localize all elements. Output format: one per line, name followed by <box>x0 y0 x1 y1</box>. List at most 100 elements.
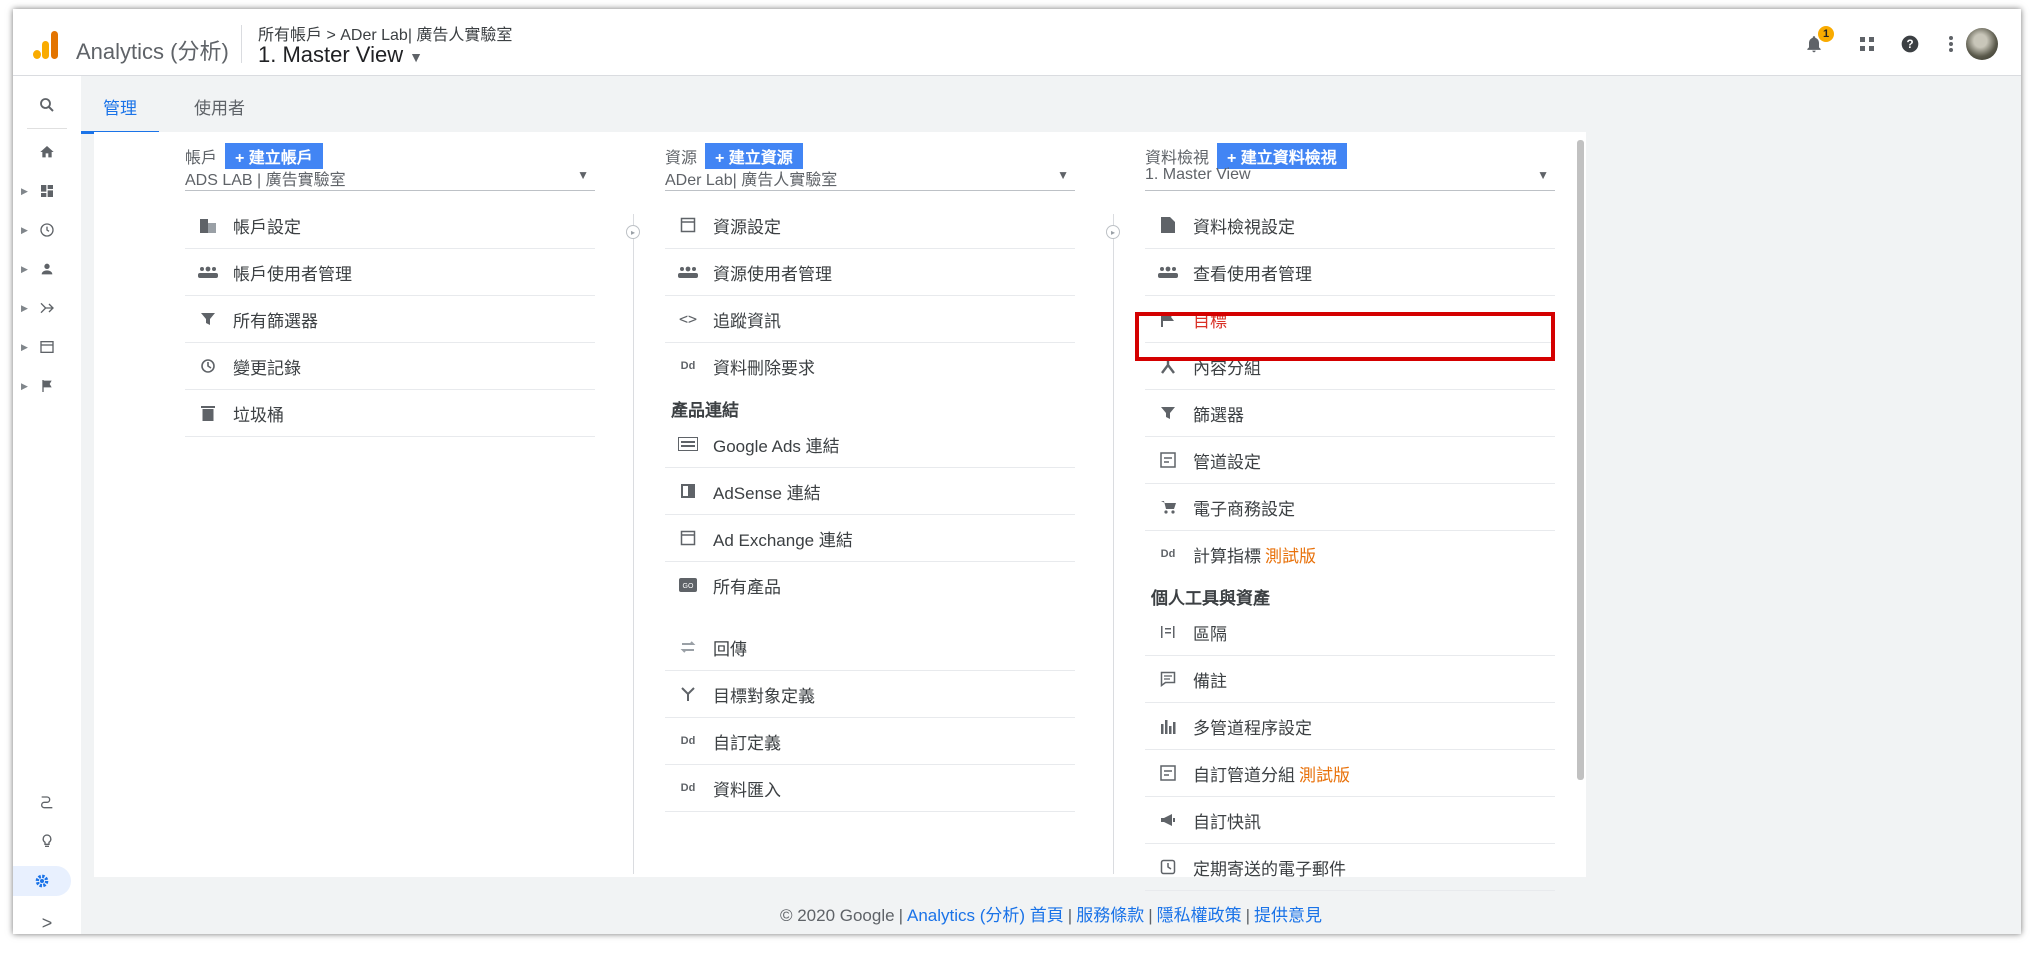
expand-arrow-icon: ▶ <box>21 302 28 313</box>
trash-item[interactable]: 垃圾桶 <box>185 390 595 437</box>
more-options-button[interactable] <box>1939 32 1963 56</box>
all-filters-item[interactable]: 所有篩選器 <box>185 296 595 343</box>
gear-icon <box>35 874 49 888</box>
account-selector[interactable]: ADS LAB | 廣告實驗室 ▼ <box>185 166 595 191</box>
custom-definitions-label: 自訂定義 <box>713 733 781 753</box>
ecommerce-settings-item[interactable]: 電子商務設定 <box>1145 484 1555 531</box>
footer-link-privacy[interactable]: 隱私權政策 <box>1157 906 1242 925</box>
channel-grouping-icon <box>1153 765 1183 781</box>
property-user-management-label: 資源使用者管理 <box>713 264 832 284</box>
tracking-info-item[interactable]: <> 追蹤資訊 <box>665 296 1075 343</box>
property-settings-item[interactable]: 資源設定 <box>665 202 1075 249</box>
calculated-metrics-item[interactable]: Dd 計算指標 測試版 <box>1145 531 1555 577</box>
dropdown-arrow-icon: ▼ <box>1537 168 1549 182</box>
custom-channel-grouping-item[interactable]: 自訂管道分組 測試版 <box>1145 750 1555 797</box>
nav-behavior[interactable]: ▶ <box>13 332 81 362</box>
tab-admin[interactable]: 管理 <box>81 94 159 134</box>
filter-icon <box>1153 405 1183 421</box>
property-user-management-item[interactable]: 資源使用者管理 <box>665 249 1075 296</box>
adsense-icon <box>673 483 703 499</box>
footer-link-analytics-home[interactable]: Analytics (分析) 首頁 <box>907 906 1064 925</box>
google-ads-icon <box>673 437 703 451</box>
column-separator <box>633 214 634 874</box>
nav-acquisition[interactable]: ▶ <box>13 293 81 323</box>
chevron-right-icon: > <box>41 912 53 933</box>
trash-label: 垃圾桶 <box>233 405 284 425</box>
calculated-metrics-label: 計算指標 <box>1193 546 1261 566</box>
tab-users[interactable]: 使用者 <box>172 94 267 131</box>
adsense-linking-item[interactable]: AdSense 連結 <box>665 468 1075 515</box>
notifications-button[interactable]: 1 <box>1802 26 1834 56</box>
data-import-item[interactable]: Dd 資料匯入 <box>665 765 1075 812</box>
more-vert-icon <box>1949 36 1953 52</box>
nav-discover[interactable] <box>13 826 81 856</box>
expand-arrow-icon: ▶ <box>21 185 28 196</box>
user-avatar[interactable] <box>1966 28 1998 60</box>
dashboard-icon <box>41 185 53 197</box>
dd-icon: Dd <box>680 360 696 372</box>
megaphone-icon <box>1153 812 1183 828</box>
ad-exchange-icon <box>673 530 703 546</box>
ad-exchange-linking-item[interactable]: Ad Exchange 連結 <box>665 515 1075 562</box>
footer: © 2020 Google | Analytics (分析) 首頁 | 服務條款 | 隱私權… <box>779 906 1323 925</box>
property-items: 資源設定 資源使用者管理 <> 追蹤資訊 Dd 資料刪除要求 產品連結 Goog… <box>665 202 1075 812</box>
custom-definitions-item[interactable]: Dd 自訂定義 <box>665 718 1075 765</box>
nav-home[interactable] <box>13 137 81 167</box>
ad-exchange-linking-label: Ad Exchange 連結 <box>713 530 853 550</box>
acquisition-icon <box>40 302 54 314</box>
nav-audience[interactable]: ▶ <box>13 254 81 284</box>
google-ads-linking-item[interactable]: Google Ads 連結 <box>665 421 1075 468</box>
account-user-management-item[interactable]: 帳戶使用者管理 <box>185 249 595 296</box>
dropdown-arrow-icon: ▼ <box>577 168 589 182</box>
nav-realtime[interactable]: ▶ <box>13 215 81 245</box>
channel-settings-item[interactable]: 管道設定 <box>1145 437 1555 484</box>
apps-button[interactable] <box>1855 32 1879 56</box>
attribution-icon <box>41 796 53 809</box>
expand-rail-button[interactable]: > <box>13 908 81 934</box>
scheduled-emails-item[interactable]: 定期寄送的電子郵件 <box>1145 844 1555 891</box>
view-column-selector[interactable]: 1. Master View ▼ <box>1145 166 1555 191</box>
segments-item[interactable]: 區隔 <box>1145 609 1555 656</box>
nav-conversions[interactable]: ▶ <box>13 371 81 401</box>
multi-channel-settings-item[interactable]: 多管道程序設定 <box>1145 703 1555 750</box>
adsense-linking-label: AdSense 連結 <box>713 483 821 503</box>
search-button[interactable] <box>13 90 81 120</box>
chevron-down-icon: ▼ <box>409 49 423 65</box>
footer-link-terms[interactable]: 服務條款 <box>1076 906 1144 925</box>
nav-admin[interactable] <box>13 866 71 896</box>
audience-definitions-item[interactable]: 目標對象定義 <box>665 671 1075 718</box>
filters-item[interactable]: 篩選器 <box>1145 390 1555 437</box>
app-window: Analytics (分析) 所有帳戶 > ADer Lab| 廣告人實驗室 1… <box>13 9 2021 934</box>
trash-icon <box>193 405 223 421</box>
property-settings-label: 資源設定 <box>713 217 781 237</box>
change-history-item[interactable]: 變更記錄 <box>185 343 595 390</box>
view-user-management-label: 查看使用者管理 <box>1193 264 1312 284</box>
dd-icon: Dd <box>1160 548 1176 560</box>
view-selector-label: 1. Master View <box>258 42 404 67</box>
multi-channel-settings-label: 多管道程序設定 <box>1193 718 1312 738</box>
view-settings-item[interactable]: 資料檢視設定 <box>1145 202 1555 249</box>
product-linking-section-title: 產品連結 <box>671 401 739 420</box>
google-ads-linking-label: Google Ads 連結 <box>713 436 840 456</box>
view-selector[interactable]: 1. Master View ▼ <box>258 42 423 68</box>
separator-arrow-icon: ▸ <box>626 225 640 239</box>
beta-label: 測試版 <box>1299 765 1350 785</box>
all-products-item[interactable]: GO 所有產品 <box>665 562 1075 608</box>
apps-grid-icon <box>1860 37 1874 51</box>
annotations-item[interactable]: 備註 <box>1145 656 1555 703</box>
analytics-logo-icon[interactable] <box>31 31 61 59</box>
separator-arrow-icon: ▸ <box>1106 225 1120 239</box>
data-deletion-requests-item[interactable]: Dd 資料刪除要求 <box>665 343 1075 389</box>
behavior-icon <box>40 341 54 353</box>
account-settings-item[interactable]: 帳戶設定 <box>185 202 595 249</box>
custom-alerts-item[interactable]: 自訂快訊 <box>1145 797 1555 844</box>
vertical-scrollbar[interactable] <box>1577 140 1584 780</box>
postbacks-item[interactable]: 回傳 <box>665 624 1075 671</box>
nav-attribution[interactable] <box>13 786 81 816</box>
nav-customization[interactable]: ▶ <box>13 176 81 206</box>
property-selector[interactable]: ADer Lab| 廣告人實驗室 ▼ <box>665 166 1075 191</box>
help-button[interactable]: ? <box>1898 32 1922 56</box>
footer-link-feedback[interactable]: 提供意見 <box>1254 906 1322 925</box>
view-user-management-item[interactable]: 查看使用者管理 <box>1145 249 1555 296</box>
